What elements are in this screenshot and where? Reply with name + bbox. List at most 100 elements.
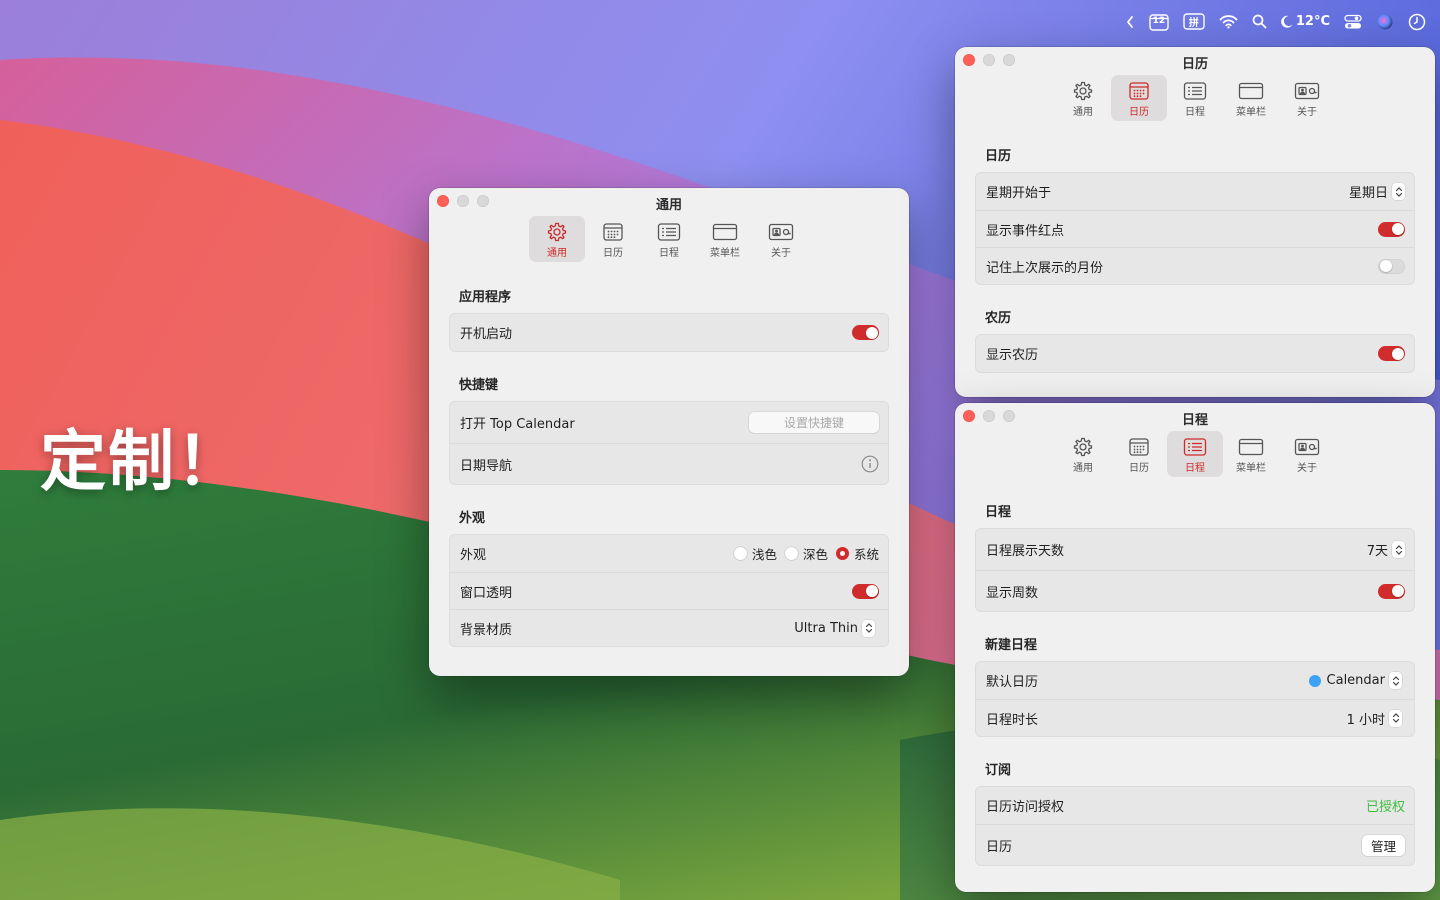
row-label: 记住上次展示的月份: [986, 260, 1104, 276]
calendar-icon: [1126, 436, 1152, 458]
tab-label: 日程: [659, 248, 679, 259]
set-shortcut-button[interactable]: 设置快捷键: [749, 412, 879, 433]
window-transparency-toggle[interactable]: [852, 583, 879, 599]
tab-calendar[interactable]: 日历: [585, 216, 641, 262]
contact-card-icon: [768, 221, 794, 243]
menubar-window-icon: [1238, 80, 1264, 102]
popup-value: 7天: [1366, 544, 1388, 559]
list-icon: [656, 221, 682, 243]
launch-at-login-toggle[interactable]: [852, 325, 879, 340]
gear-icon: [544, 221, 570, 243]
weather-menu-item[interactable]: 12°C: [1281, 10, 1330, 34]
settings-group-subscription: 日历访问授权 已授权 日历 管理: [975, 786, 1415, 866]
manage-calendars-button[interactable]: 管理: [1361, 834, 1405, 856]
menubar-window-icon: [1238, 436, 1264, 458]
tab-general[interactable]: 通用: [529, 216, 585, 262]
row-event-duration: 日程时长 1 小时: [976, 699, 1414, 736]
row-remember-month: 记住上次展示的月份: [976, 247, 1414, 284]
tab-schedule[interactable]: 日程: [1167, 431, 1223, 477]
radio-label: 深色: [802, 547, 828, 562]
tab-calendar[interactable]: 日历: [1111, 75, 1167, 121]
tab-schedule[interactable]: 日程: [641, 216, 697, 262]
week-numbers-toggle[interactable]: [1378, 583, 1405, 599]
updown-chevron-icon: [862, 619, 875, 637]
control-center-icon[interactable]: [1344, 10, 1362, 34]
search-icon[interactable]: [1252, 10, 1267, 34]
row-default-calendar: 默认日历 Calendar: [976, 662, 1414, 699]
popup-value: 星期日: [1348, 186, 1388, 201]
show-lunar-toggle[interactable]: [1378, 346, 1405, 361]
section-title-lunar: 农历: [985, 311, 1012, 326]
section-title-schedule: 日程: [985, 505, 1012, 520]
settings-toolbar: 通用 日历 日程 菜单栏 关于: [429, 216, 909, 264]
row-date-navigation: 日期导航: [450, 443, 888, 484]
window-title: 通用: [655, 198, 682, 213]
row-launch-at-login: 开机启动: [450, 314, 888, 351]
row-event-dot: 显示事件红点: [976, 210, 1414, 247]
settings-group-lunar: 显示农历: [975, 334, 1415, 373]
calendar-icon: [1126, 80, 1152, 102]
tab-schedule[interactable]: 日程: [1167, 75, 1223, 121]
calendar-menu-icon[interactable]: 12: [1149, 10, 1169, 34]
radio-light[interactable]: 浅色: [733, 544, 777, 563]
row-label: 窗口透明: [460, 585, 513, 601]
row-label: 日期导航: [460, 458, 513, 474]
row-appearance: 外观 浅色 深色 系统: [450, 535, 888, 572]
tab-general[interactable]: 通用: [1055, 75, 1111, 121]
schedule-days-popup[interactable]: 7天: [1367, 540, 1405, 559]
popup-value: Calendar: [1326, 673, 1385, 688]
tab-menubar[interactable]: 菜单栏: [1223, 75, 1279, 121]
row-label: 默认日历: [986, 675, 1039, 690]
wifi-icon[interactable]: [1219, 10, 1238, 34]
row-show-lunar: 显示农历: [976, 335, 1414, 372]
title-bar: 通用: [429, 188, 909, 216]
background-material-popup[interactable]: Ultra Thin: [794, 619, 875, 637]
calendar-icon: [600, 221, 626, 243]
tab-label: 通用: [1073, 463, 1093, 474]
info-icon[interactable]: [861, 455, 879, 473]
tab-menubar[interactable]: 菜单栏: [1223, 431, 1279, 477]
section-title-appearance: 外观: [459, 511, 486, 526]
tab-label: 关于: [1297, 463, 1317, 474]
radio-dark[interactable]: 深色: [784, 544, 828, 563]
event-duration-popup[interactable]: 1 小时: [1347, 709, 1402, 728]
radio-system[interactable]: 系统: [835, 544, 879, 563]
tab-about[interactable]: 关于: [1279, 75, 1335, 121]
tab-about[interactable]: 关于: [1279, 431, 1335, 477]
row-label: 日程展示天数: [986, 544, 1065, 559]
row-label: 显示事件红点: [986, 223, 1065, 239]
row-label: 日历: [986, 839, 1013, 855]
week-start-popup[interactable]: 星期日: [1349, 182, 1405, 201]
row-week-numbers: 显示周数: [976, 570, 1414, 611]
menu-bar: 12 拼 12°C: [0, 0, 1440, 43]
remember-month-toggle[interactable]: [1378, 258, 1405, 274]
tab-about[interactable]: 关于: [753, 216, 809, 262]
clock-icon[interactable]: [1408, 10, 1426, 34]
updown-chevron-icon: [1392, 541, 1405, 558]
row-label: 日程时长: [986, 712, 1039, 728]
row-label: 打开 Top Calendar: [460, 417, 575, 432]
tab-menubar[interactable]: 菜单栏: [697, 216, 753, 262]
chevron-left-icon[interactable]: [1125, 10, 1135, 34]
settings-group-appearance: 外观 浅色 深色 系统 窗口透明 背景材质 Ultra Thin: [449, 534, 889, 647]
appearance-radio-group: 浅色 深色 系统: [733, 544, 879, 563]
tab-label: 日历: [603, 248, 623, 259]
row-label: 开机启动: [460, 327, 513, 342]
settings-group-shortcuts: 打开 Top Calendar 设置快捷键 日期导航: [449, 401, 889, 485]
row-label: 星期开始于: [986, 186, 1052, 201]
window-title: 日程: [1181, 413, 1208, 428]
title-bar: 日历: [955, 47, 1435, 75]
input-method-icon[interactable]: 拼: [1183, 10, 1205, 34]
settings-group-app: 开机启动: [449, 313, 889, 352]
tab-label: 日程: [1185, 463, 1205, 474]
tab-general[interactable]: 通用: [1055, 431, 1111, 477]
siri-icon[interactable]: [1376, 10, 1394, 34]
calendar-color-dot: [1308, 674, 1321, 687]
contact-card-icon: [1294, 436, 1320, 458]
tab-calendar[interactable]: 日历: [1111, 431, 1167, 477]
default-calendar-popup[interactable]: Calendar: [1308, 672, 1402, 689]
updown-chevron-icon: [1389, 672, 1402, 689]
tab-label: 菜单栏: [1236, 107, 1266, 118]
row-schedule-days: 日程展示天数 7天: [976, 529, 1414, 570]
event-dot-toggle[interactable]: [1378, 221, 1405, 237]
